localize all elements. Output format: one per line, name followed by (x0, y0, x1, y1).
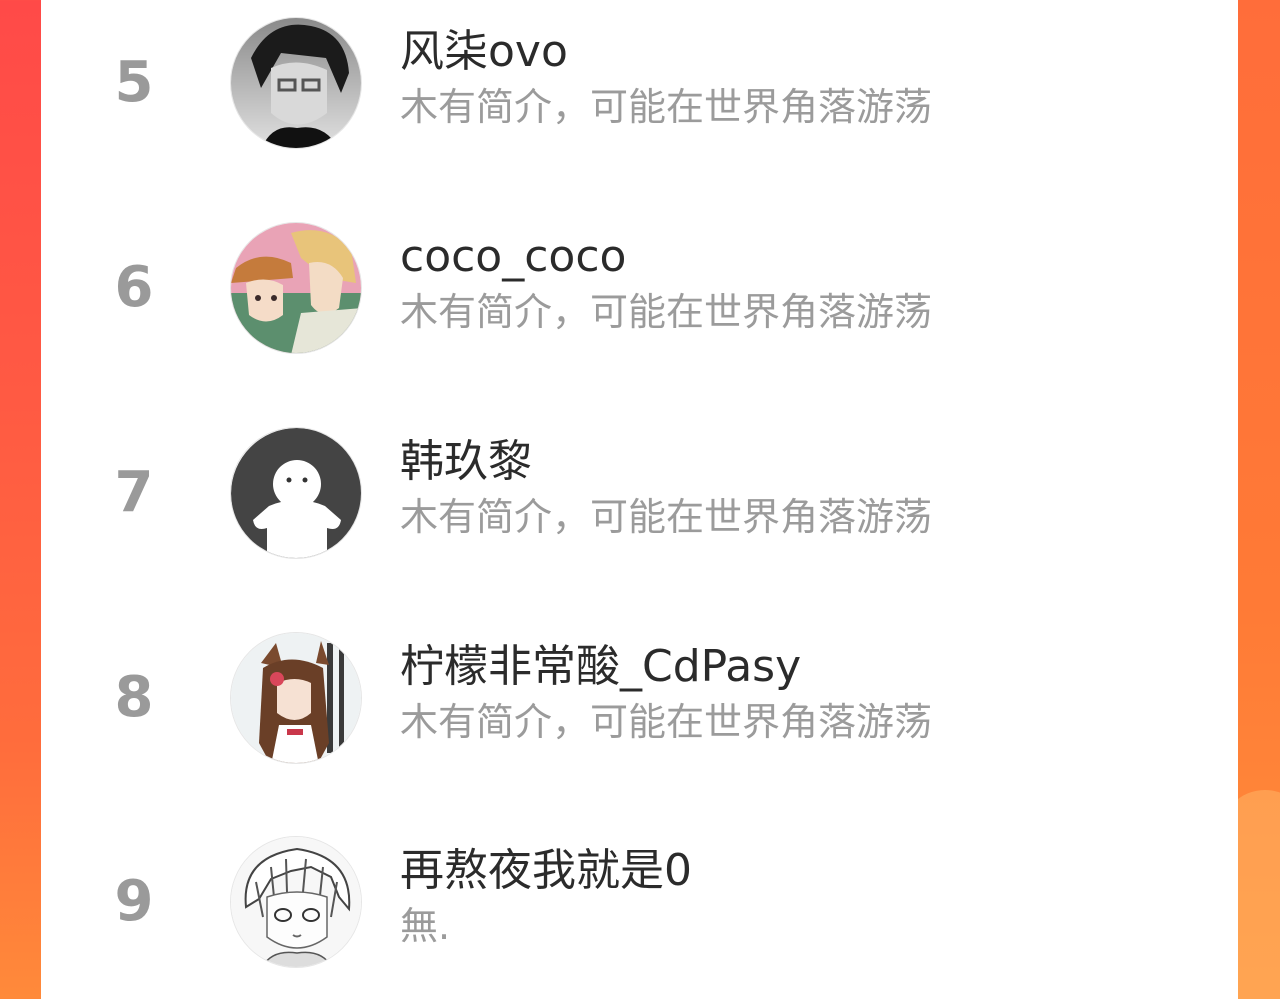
user-bio: 木有简介，可能在世界角落游荡 (400, 495, 933, 539)
leaderboard-row[interactable]: 8 柠檬非常酸_CdPasy 木有简介，可能在世界角落游荡 (41, 628, 1238, 768)
rank-number: 7 (114, 460, 154, 525)
background-right-edge (1220, 0, 1280, 999)
leaderboard-row[interactable]: 5 风柒ovo 木有简介，可能在世界角落游荡 (41, 13, 1238, 153)
username[interactable]: 韩玖黎 (400, 435, 532, 489)
leaderboard-panel: 5 风柒ovo 木有简介，可能在世界角落游荡 6 coco_coco 木有简介，… (41, 0, 1238, 999)
username[interactable]: 再熬夜我就是0 (400, 844, 692, 898)
avatar-default-ghost-icon[interactable] (230, 427, 362, 559)
username[interactable]: 风柒ovo (400, 25, 568, 79)
username[interactable]: 柠檬非常酸_CdPasy (400, 640, 801, 694)
avatar-anime-couple-icon[interactable] (230, 222, 362, 354)
avatar-anime-boy-grayscale-icon[interactable] (230, 17, 362, 149)
user-bio: 無. (400, 904, 451, 948)
user-bio: 木有简介，可能在世界角落游荡 (400, 290, 933, 334)
user-bio: 木有简介，可能在世界角落游荡 (400, 700, 933, 744)
leaderboard-row[interactable]: 9 再熬夜我就是0 無. (41, 832, 1238, 972)
leaderboard-row[interactable]: 7 韩玖黎 木有简介，可能在世界角落游荡 (41, 423, 1238, 563)
rank-number: 8 (114, 665, 154, 730)
rank-number: 6 (114, 255, 154, 320)
rank-number: 9 (114, 869, 154, 934)
username[interactable]: coco_coco (400, 230, 626, 284)
avatar-anime-girl-icon[interactable] (230, 632, 362, 764)
rank-number: 5 (114, 50, 154, 115)
avatar-anime-sketch-icon[interactable] (230, 836, 362, 968)
leaderboard-row[interactable]: 6 coco_coco 木有简介，可能在世界角落游荡 (41, 218, 1238, 358)
user-bio: 木有简介，可能在世界角落游荡 (400, 85, 933, 129)
